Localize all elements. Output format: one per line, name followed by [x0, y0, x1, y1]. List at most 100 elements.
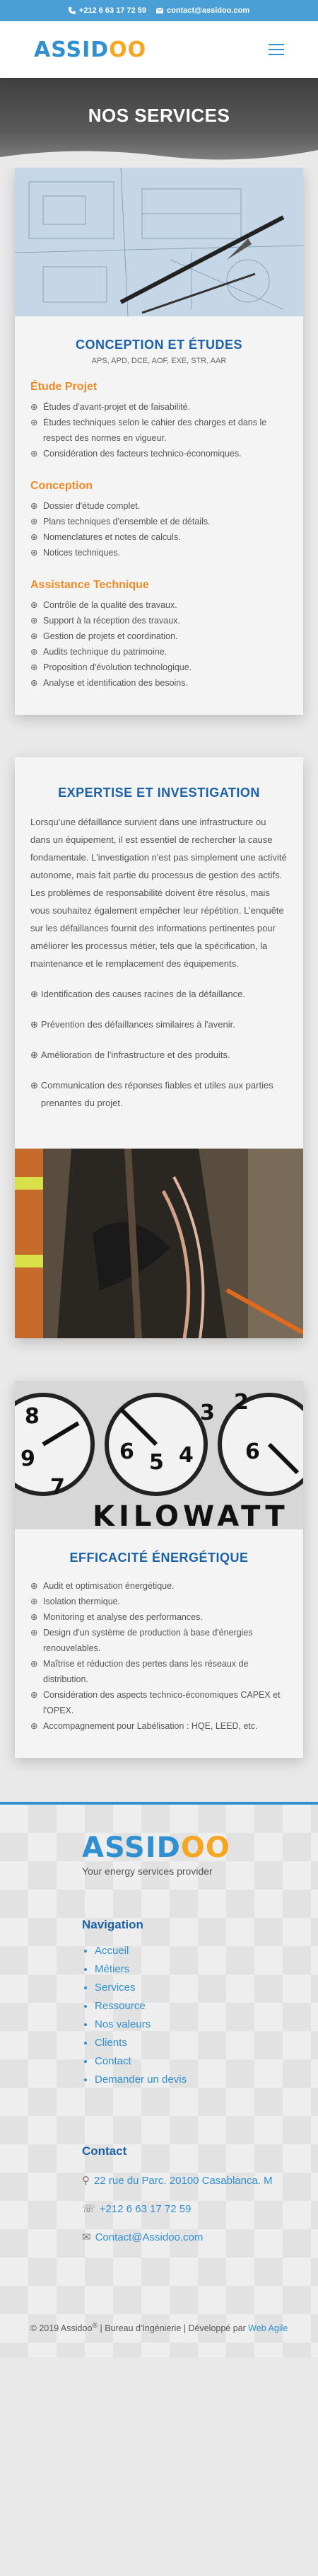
list-item: ⊕ Contrôle de la qualité des travaux. — [30, 597, 288, 613]
list-item: ⊕ Communication des réponses fiables et u… — [30, 1076, 288, 1112]
plus-circle-icon: ⊕ — [30, 517, 38, 527]
list-item: ⊕ Gestion de projets et coordination. — [30, 628, 288, 644]
dial-number: 9 — [20, 1447, 35, 1471]
plus-circle-icon: ⊕ — [30, 1628, 38, 1638]
phone-icon — [68, 7, 76, 14]
plus-circle-icon: ⊕ — [30, 1612, 38, 1622]
dial-number: 7 — [50, 1475, 65, 1500]
list-item: ⊕ Analyse et identification des besoins. — [30, 675, 288, 691]
card-subtitle-conception: APS, APD, DCE, AOF, EXE, STR, AAR — [91, 357, 227, 365]
list-item: ⊕ Isolation thermique. — [30, 1594, 288, 1609]
dial-number: 6 — [245, 1439, 260, 1464]
footer-link-devis[interactable]: Demander un devis — [95, 2074, 187, 2086]
plus-circle-icon: ⊕ — [30, 647, 38, 657]
footer-link-metiers[interactable]: Métiers — [95, 1963, 129, 1975]
footer-email[interactable]: ✉ Contact@Assidoo.com — [82, 2231, 236, 2244]
plus-circle-icon: ⊕ — [30, 600, 38, 610]
footer-logo[interactable]: ASSIDOO — [82, 1832, 236, 1864]
hero-wave — [0, 150, 318, 168]
list-item: ⊕ Nomenclatures et notes de calculs. — [30, 529, 288, 545]
page-title: NOS SERVICES — [88, 105, 230, 126]
web-agile-link[interactable]: Web Agile — [248, 2323, 288, 2333]
plus-circle-icon: ⊕ — [30, 1659, 38, 1669]
dial-number: 5 — [149, 1450, 164, 1475]
card-title-conception: CONCEPTION ET ÉTUDES — [75, 338, 243, 352]
logo-o2: O — [127, 37, 147, 62]
list-item: ⊕ Considération des facteurs technico-éco… — [30, 446, 288, 461]
footer-link-clients[interactable]: Clients — [95, 2037, 127, 2049]
card-title-energie: EFFICACITÉ ÉNERGÉTIQUE — [69, 1551, 249, 1565]
list-item: ⊕ Design d'un système de production à bas… — [30, 1625, 288, 1656]
group-heading-assistance: Assistance Technique — [30, 579, 149, 591]
plus-circle-icon: ⊕ — [30, 402, 38, 412]
dial-number: 8 — [25, 1404, 40, 1429]
plus-circle-icon: ⊕ — [30, 616, 38, 626]
topbar-email-text: contact@assidoo.com — [167, 6, 250, 15]
list-item: ⊕ Identification des causes racines de la… — [30, 985, 288, 1003]
footer-link-ressource[interactable]: Ressource — [95, 2000, 146, 2012]
dial-number: 4 — [179, 1443, 194, 1468]
list-item: ⊕ Amélioration de l'infrastructure et des… — [30, 1046, 288, 1064]
map-pin-icon: ⚲ — [82, 2175, 90, 2187]
group-heading-conception: Conception — [30, 480, 93, 492]
list-item: ⊕ Monitoring et analyse des performances. — [30, 1609, 288, 1625]
topbar-phone[interactable]: +212 6 63 17 72 59 — [68, 6, 147, 15]
footer-tagline: Your energy services provider — [82, 1865, 213, 1877]
footer-address[interactable]: ⚲ 22 rue du Parc. 20100 Casablanca. M — [82, 2174, 273, 2187]
service-card-expertise: EXPERTISE ET INVESTIGATION Lorsqu'une dé… — [15, 757, 303, 1338]
list-item: ⊕ Considération des aspects technico-écon… — [30, 1687, 288, 1718]
footer-link-valeurs[interactable]: Nos valeurs — [95, 2018, 151, 2030]
excavation-image — [15, 1149, 303, 1338]
footer-contact-heading: Contact — [82, 2144, 127, 2158]
footer-link-services[interactable]: Services — [95, 1982, 136, 1994]
dial-number: 3 — [200, 1401, 215, 1425]
phone-icon: ☏ — [82, 2203, 95, 2215]
dial-number: 2 — [234, 1390, 249, 1415]
plus-circle-icon: ⊕ — [30, 532, 38, 542]
plus-circle-icon: ⊕ — [30, 1721, 38, 1731]
topbar-phone-text: +212 6 63 17 72 59 — [78, 6, 147, 15]
list-item: ⊕ Audit et optimisation énergétique. — [30, 1578, 288, 1594]
footer-phone[interactable]: ☏ +212 6 63 17 72 59 — [82, 2202, 236, 2216]
service-card-energie: 7 6 5 4 3 8 2 9 6 KILOWATT EFFICACITÉ ÉN… — [15, 1381, 303, 1758]
hamburger-icon[interactable] — [269, 44, 284, 55]
plus-circle-icon: ⊕ — [30, 678, 38, 688]
service-card-conception: CONCEPTION ET ÉTUDES APS, APD, DCE, AOF,… — [15, 168, 303, 715]
footer-nav-heading: Navigation — [82, 1918, 143, 1931]
plus-circle-icon: ⊕ — [30, 1080, 38, 1091]
group-heading-etude: Étude Projet — [30, 381, 98, 393]
plus-circle-icon: ⊕ — [30, 1597, 38, 1606]
list-item: ⊕ Dossier d'étude complet. — [30, 498, 288, 514]
kilowatt-text: KILOWATT — [93, 1500, 289, 1529]
list-item: ⊕ Notices techniques. — [30, 545, 288, 560]
list-item: ⊕ Support à la réception des travaux. — [30, 613, 288, 628]
plus-circle-icon: ⊕ — [30, 1581, 38, 1591]
mail-icon — [156, 7, 164, 13]
dial-number: 6 — [119, 1439, 134, 1464]
site-header: ASSID O O — [0, 21, 318, 78]
hero-banner: NOS SERVICES — [0, 78, 318, 168]
plus-circle-icon: ⊕ — [30, 1019, 38, 1030]
plus-circle-icon: ⊕ — [30, 548, 38, 558]
list-item: ⊕ Proposition d'évolution technologique. — [30, 660, 288, 675]
footer-link-contact[interactable]: Contact — [95, 2055, 131, 2067]
plus-circle-icon: ⊕ — [30, 1690, 38, 1700]
plus-circle-icon: ⊕ — [30, 449, 38, 459]
expertise-paragraph: Lorsqu'une défaillance survient dans une… — [30, 817, 287, 969]
plus-circle-icon: ⊕ — [30, 662, 38, 672]
logo-o: O — [109, 37, 128, 62]
mail-icon: ✉ — [82, 2231, 91, 2243]
plus-circle-icon: ⊕ — [30, 631, 38, 641]
meter-image: 7 6 5 4 3 8 2 9 6 KILOWATT — [15, 1381, 303, 1529]
footer-link-accueil[interactable]: Accueil — [95, 1945, 129, 1957]
topbar-email[interactable]: contact@assidoo.com — [156, 6, 249, 15]
list-item: ⊕ Études techniques selon le cahier des c… — [30, 415, 288, 446]
site-footer: ASSIDOO Your energy services provider Na… — [0, 1802, 318, 2358]
list-item: ⊕ Maîtrise et réduction des pertes dans l… — [30, 1656, 288, 1687]
list-item: ⊕ Prévention des défaillances similaires … — [30, 1016, 288, 1033]
site-logo[interactable]: ASSID O O — [34, 38, 146, 62]
list-item: ⊕ Accompagnement pour Labélisation : HQE,… — [30, 1718, 288, 1734]
blueprint-image — [15, 168, 303, 316]
plus-circle-icon: ⊕ — [30, 1050, 38, 1060]
list-item: ⊕ Audits technique du patrimoine. — [30, 644, 288, 660]
